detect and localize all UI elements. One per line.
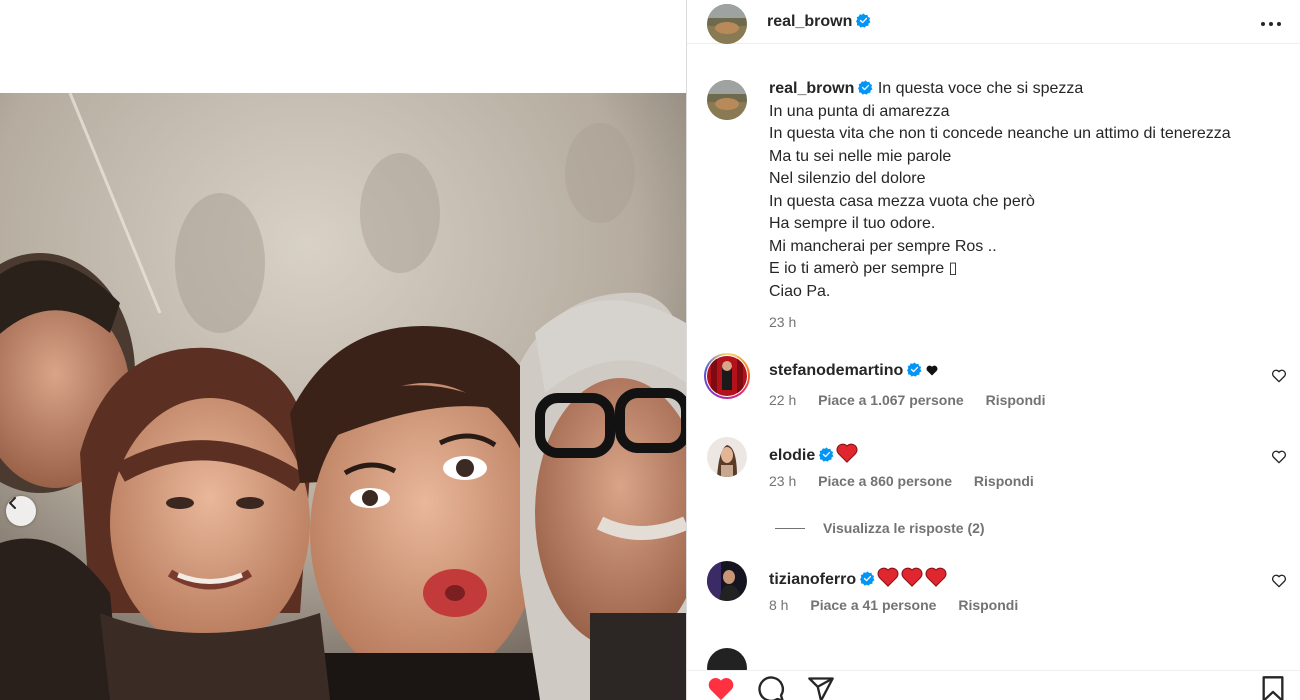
verified-badge-icon: [907, 362, 922, 377]
share-icon[interactable]: [807, 675, 835, 700]
red-heart-emoji-icon: [925, 567, 947, 587]
caption-line: Ha sempre il tuo odore.: [769, 215, 936, 232]
verified-badge-icon: [856, 13, 871, 28]
caption-line: Mi mancherai per sempre Ros ..: [769, 237, 997, 255]
comment-likes[interactable]: Piace a 860 persone: [818, 473, 952, 489]
red-heart-emoji-icon: [836, 443, 858, 463]
like-comment-heart-icon[interactable]: [1271, 368, 1287, 384]
commenter-avatar[interactable]: [707, 356, 747, 396]
caption-username[interactable]: real_brown: [769, 80, 854, 97]
post-action-bar: [687, 670, 1300, 700]
verified-badge-icon: [819, 447, 834, 462]
author-username[interactable]: real_brown: [767, 13, 871, 31]
chevron-left-icon: [9, 497, 16, 509]
commenter-avatar[interactable]: [707, 437, 747, 477]
comment-timestamp[interactable]: 23 h: [769, 473, 796, 489]
verified-badge-icon: [858, 80, 873, 95]
avatar-image: [707, 4, 747, 44]
avatar-image: [707, 80, 747, 120]
comment-icon[interactable]: [757, 675, 785, 700]
caption-line: In una punta di amarezza: [769, 102, 950, 120]
caption-line: E io ti amerò per sempre ▯: [769, 260, 958, 277]
commenter-avatar[interactable]: [707, 561, 747, 601]
commenter-username[interactable]: stefanodemartino: [769, 362, 903, 379]
heart-icon[interactable]: [707, 675, 735, 700]
post-media: [0, 0, 686, 700]
reply-button[interactable]: Rispondi: [986, 392, 1046, 408]
red-heart-emoji-icon: [901, 567, 923, 587]
author-avatar[interactable]: [707, 4, 747, 44]
replies-divider: [775, 528, 805, 529]
avatar-image: [707, 561, 747, 601]
selfie-photo-illustration: [0, 93, 686, 700]
more-options-icon: [1261, 22, 1281, 26]
post-header: real_brown: [687, 0, 1300, 44]
more-options-button[interactable]: [1259, 12, 1283, 36]
comment-timestamp[interactable]: 8 h: [769, 597, 788, 613]
bookmark-icon[interactable]: [1259, 675, 1287, 700]
caption-line: In questa vita che non ti concede neanch…: [769, 125, 1231, 142]
view-replies-button[interactable]: Visualizza le risposte (2): [775, 520, 985, 536]
avatar-image: [707, 356, 747, 396]
caption-line: Ma tu sei nelle mie parole: [769, 147, 952, 165]
comment-timestamp[interactable]: 22 h: [769, 392, 796, 408]
red-heart-emoji-icon: [877, 567, 899, 587]
reply-button[interactable]: Rispondi: [974, 473, 1034, 489]
caption-text: real_brown In questa voce che si spezza …: [769, 78, 1289, 334]
caption-line: Nel silenzio del dolore: [769, 170, 926, 187]
avatar-image: [707, 437, 747, 477]
comment-item: stefanodemartino 22 h Piace a 1.067 pers…: [704, 353, 1287, 416]
post-side-panel: real_brown real_brown In questa voce che…: [686, 0, 1300, 700]
comment-item: tizianoferro 8 h Piace a 41 persone Risp…: [707, 561, 1287, 621]
like-comment-heart-icon[interactable]: [1271, 449, 1287, 465]
caption-line: In questa voce che si spezza: [877, 80, 1084, 97]
caption-timestamp[interactable]: 23 h: [769, 311, 1289, 334]
view-replies-label: Visualizza le risposte (2): [823, 520, 985, 536]
caption-author-avatar[interactable]: [707, 80, 747, 120]
previous-photo-button[interactable]: [6, 496, 36, 526]
caption-line: In questa casa mezza vuota che però: [769, 192, 1035, 210]
black-heart-emoji-icon: [926, 365, 938, 376]
caption-line: Ciao Pa.: [769, 282, 831, 300]
like-comment-heart-icon[interactable]: [1271, 573, 1287, 589]
reply-button[interactable]: Rispondi: [958, 597, 1018, 613]
comment-likes[interactable]: Piace a 1.067 persone: [818, 392, 964, 408]
post-photo[interactable]: [0, 93, 686, 700]
verified-badge-icon: [860, 571, 875, 586]
commenter-username[interactable]: elodie: [769, 447, 815, 464]
commenter-username[interactable]: tizianoferro: [769, 571, 856, 588]
comment-item: elodie 23 h Piace a 860 persone Rispondi: [707, 437, 1287, 497]
comment-likes[interactable]: Piace a 41 persone: [810, 597, 936, 613]
